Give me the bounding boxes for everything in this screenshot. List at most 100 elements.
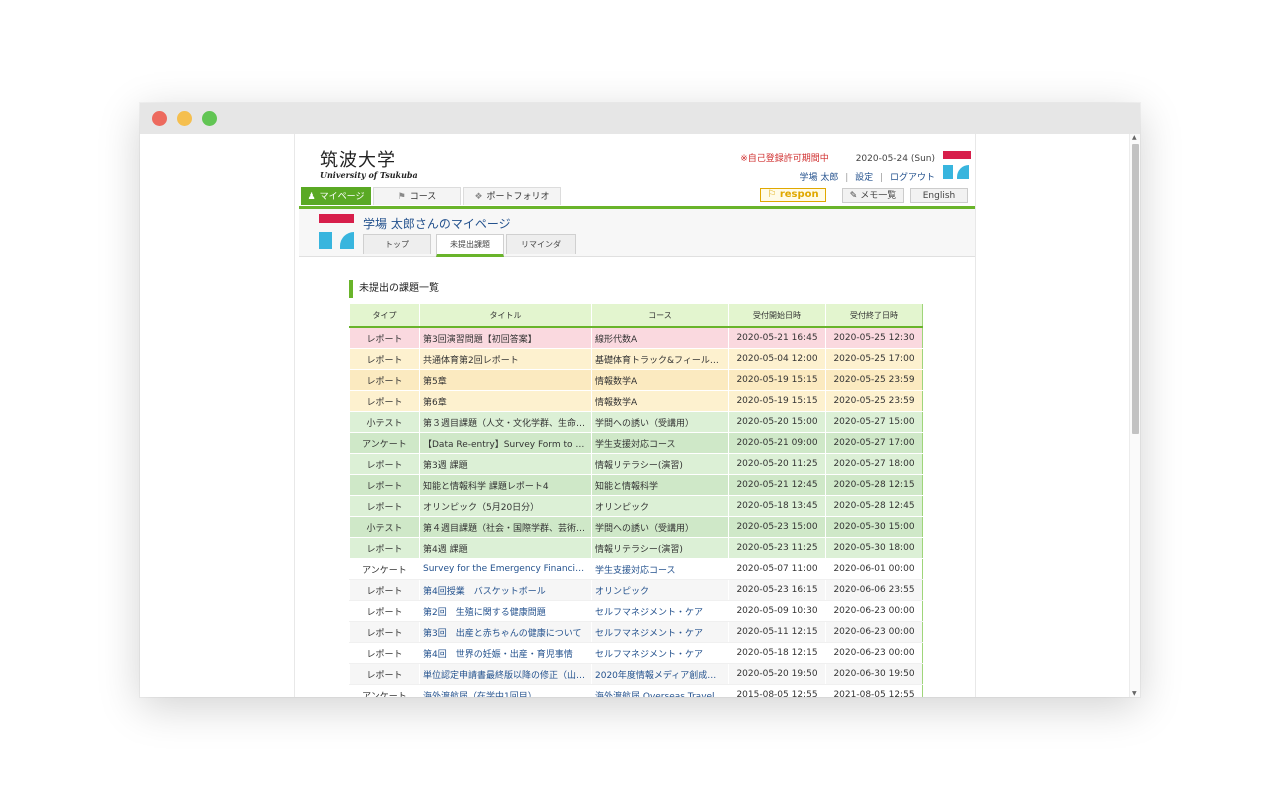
manaba-logo-icon xyxy=(943,151,971,181)
table-row[interactable]: レポート 共通体育第2回レポート 基礎体育トラック&フィールド(… 2020-05-0… xyxy=(349,348,923,370)
table-row[interactable]: レポート オリンピック（5月20日分） オリンピック 2020-05-18 13:45… xyxy=(349,495,923,517)
close-window-button[interactable] xyxy=(152,111,167,126)
tab-mypage[interactable]: ♟ マイページ xyxy=(301,187,371,205)
cell-course-link[interactable]: 情報リテラシー(演習) xyxy=(591,453,729,475)
mypage-subheader: 学場 太郎さんのマイページ トップ 未提出課題 リマインダ xyxy=(299,209,975,257)
cell-title-link[interactable]: 【Data Re-entry】Survey Form to RE… xyxy=(419,432,592,454)
cell-start-date: 2020-05-07 11:00 xyxy=(728,558,826,580)
scroll-up-arrow-icon[interactable]: ▲ xyxy=(1132,134,1137,141)
subtab-top[interactable]: トップ xyxy=(363,234,431,254)
table-row[interactable]: レポート 第2回 生殖に関する健康問題 セルフマネジメント・ケア 2020-05-09… xyxy=(349,600,923,622)
memo-list-button[interactable]: ✎ メモ一覧 xyxy=(842,188,904,203)
tab-course[interactable]: ⚑ コース xyxy=(373,187,461,205)
cell-course-link[interactable]: 学問への誘い（受講用） xyxy=(591,411,729,433)
cell-start-date: 2020-05-20 19:50 xyxy=(728,663,826,685)
cell-title-link[interactable]: 第3回演習問題【初回答案】 xyxy=(419,327,592,349)
table-row[interactable]: レポート 知能と情報科学 課題レポート4 知能と情報科学 2020-05-21 12:… xyxy=(349,474,923,496)
respon-button[interactable]: ⚐ respon xyxy=(760,188,826,202)
table-row[interactable]: レポート 第6章 情報数学A 2020-05-19 15:15 2020-05-25 2… xyxy=(349,390,923,412)
table-row[interactable]: アンケート Survey for the Emergency Financial … xyxy=(349,558,923,580)
table-row[interactable]: レポート 第3週 課題 情報リテラシー(演習) 2020-05-20 11:25 202… xyxy=(349,453,923,475)
vertical-scrollbar[interactable]: ▲ ▼ xyxy=(1129,134,1140,697)
cell-course-link[interactable]: オリンピック xyxy=(591,579,729,601)
table-row[interactable]: レポート 第4週 課題 情報リテラシー(演習) 2020-05-23 11:25 202… xyxy=(349,537,923,559)
cell-course-link[interactable]: 情報リテラシー(演習) xyxy=(591,537,729,559)
cell-course-link[interactable]: 基礎体育トラック&フィールド(… xyxy=(591,348,729,370)
cell-start-date: 2020-05-19 15:15 xyxy=(728,369,826,391)
column-header-course[interactable]: コース xyxy=(591,304,729,328)
subtab-reminder[interactable]: リマインダ xyxy=(506,234,576,254)
column-header-title[interactable]: タイトル xyxy=(419,304,592,328)
cell-course-link[interactable]: 2020年度情報メディア創成学… xyxy=(591,663,729,685)
cell-title-link[interactable]: 第３週目課題（人文・文化学群、生命環… xyxy=(419,411,592,433)
cell-course-link[interactable]: 学生支援対応コース xyxy=(591,432,729,454)
cell-course-link[interactable]: 海外渡航届 Overseas Travel … xyxy=(591,684,729,697)
cell-title-link[interactable]: 第4回授業 バスケットボール xyxy=(419,579,592,601)
cell-title-link[interactable]: 第3回 出産と赤ちゃんの健康について xyxy=(419,621,592,643)
column-header-start[interactable]: 受付開始日時 xyxy=(728,304,826,328)
cell-title-link[interactable]: 第４週目課題（社会・国際学群、芸術専… xyxy=(419,516,592,538)
scrollbar-thumb[interactable] xyxy=(1132,144,1139,434)
cell-course-link[interactable]: オリンピック xyxy=(591,495,729,517)
cell-title-link[interactable]: オリンピック（5月20日分） xyxy=(419,495,592,517)
table-row[interactable]: 小テスト 第４週目課題（社会・国際学群、芸術専… 学問への誘い（受講用） 2020-0… xyxy=(349,516,923,538)
cell-start-date: 2020-05-19 15:15 xyxy=(728,390,826,412)
cell-type: レポート xyxy=(349,600,420,622)
maximize-window-button[interactable] xyxy=(202,111,217,126)
table-row[interactable]: レポート 第4回授業 バスケットボール オリンピック 2020-05-23 16:15… xyxy=(349,579,923,601)
tab-label: ポートフォリオ xyxy=(486,192,550,202)
table-row[interactable]: レポート 第3回演習問題【初回答案】 線形代数A 2020-05-21 16:45 20… xyxy=(349,327,923,349)
column-header-end[interactable]: 受付終了日時 xyxy=(825,304,923,328)
cell-title-link[interactable]: 知能と情報科学 課題レポート4 xyxy=(419,474,592,496)
logout-link[interactable]: ログアウト xyxy=(890,173,935,183)
settings-link[interactable]: 設定 xyxy=(855,173,873,183)
cell-start-date: 2020-05-09 10:30 xyxy=(728,600,826,622)
cell-end-date: 2020-05-25 17:00 xyxy=(825,348,923,370)
cell-title-link[interactable]: 第4週 課題 xyxy=(419,537,592,559)
cell-course-link[interactable]: 学問への誘い（受講用） xyxy=(591,516,729,538)
cell-course-link[interactable]: セルフマネジメント・ケア xyxy=(591,621,729,643)
cell-course-link[interactable]: 情報数学A xyxy=(591,369,729,391)
scroll-down-arrow-icon[interactable]: ▼ xyxy=(1132,690,1137,697)
table-row[interactable]: レポート 第5章 情報数学A 2020-05-19 15:15 2020-05-25 2… xyxy=(349,369,923,391)
cell-title-link[interactable]: 第4回 世界の妊娠・出産・育児事情 xyxy=(419,642,592,664)
english-button[interactable]: English xyxy=(910,188,968,203)
cell-title-link[interactable]: 海外渡航届（在学中1回目） xyxy=(419,684,592,697)
table-row[interactable]: アンケート 海外渡航届（在学中1回目） 海外渡航届 Overseas Travel … xyxy=(349,684,923,697)
cell-type: 小テスト xyxy=(349,516,420,538)
cell-end-date: 2020-05-25 12:30 xyxy=(825,327,923,349)
cell-start-date: 2020-05-21 12:45 xyxy=(728,474,826,496)
cell-course-link[interactable]: 学生支援対応コース xyxy=(591,558,729,580)
cell-type: アンケート xyxy=(349,684,420,697)
table-row[interactable]: レポート 単位認定申請書最終版以降の修正（山本… 2020年度情報メディア創成学… 2… xyxy=(349,663,923,685)
university-logo[interactable]: 筑波大学 University of Tsukuba xyxy=(320,146,418,180)
tab-portfolio[interactable]: ❖ ポートフォリオ xyxy=(463,187,561,205)
cell-course-link[interactable]: セルフマネジメント・ケア xyxy=(591,600,729,622)
cell-title-link[interactable]: 第2回 生殖に関する健康問題 xyxy=(419,600,592,622)
cell-title-link[interactable]: 共通体育第2回レポート xyxy=(419,348,592,370)
cell-type: レポート xyxy=(349,369,420,391)
table-row[interactable]: 小テスト 第３週目課題（人文・文化学群、生命環… 学問への誘い（受講用） 2020-0… xyxy=(349,411,923,433)
subtab-unsubmitted[interactable]: 未提出課題 xyxy=(436,234,504,257)
main-navigation: ♟ マイページ ⚑ コース ❖ ポートフォリオ ⚐ respon ✎ メモ一覧 Eng… xyxy=(299,187,975,209)
tab-label: コース xyxy=(409,192,437,202)
table-row[interactable]: アンケート 【Data Re-entry】Survey Form to RE… 学生… xyxy=(349,432,923,454)
cell-course-link[interactable]: 線形代数A xyxy=(591,327,729,349)
cell-course-link[interactable]: 情報数学A xyxy=(591,390,729,412)
cell-title-link[interactable]: 第5章 xyxy=(419,369,592,391)
cell-course-link[interactable]: セルフマネジメント・ケア xyxy=(591,642,729,664)
minimize-window-button[interactable] xyxy=(177,111,192,126)
cell-start-date: 2020-05-23 11:25 xyxy=(728,537,826,559)
user-name-link[interactable]: 学場 太郎 xyxy=(800,173,839,183)
cell-title-link[interactable]: 第3週 課題 xyxy=(419,453,592,475)
cell-title-link[interactable]: Survey for the Emergency Financial … xyxy=(419,558,592,580)
cell-start-date: 2020-05-04 12:00 xyxy=(728,348,826,370)
column-header-type[interactable]: タイプ xyxy=(349,304,420,328)
table-row[interactable]: レポート 第3回 出産と赤ちゃんの健康について セルフマネジメント・ケア 2020-0… xyxy=(349,621,923,643)
cell-course-link[interactable]: 知能と情報科学 xyxy=(591,474,729,496)
cell-title-link[interactable]: 第6章 xyxy=(419,390,592,412)
cell-end-date: 2020-05-28 12:15 xyxy=(825,474,923,496)
cell-title-link[interactable]: 単位認定申請書最終版以降の修正（山本… xyxy=(419,663,592,685)
table-row[interactable]: レポート 第4回 世界の妊娠・出産・育児事情 セルフマネジメント・ケア 2020-05… xyxy=(349,642,923,664)
separator: | xyxy=(845,173,849,183)
